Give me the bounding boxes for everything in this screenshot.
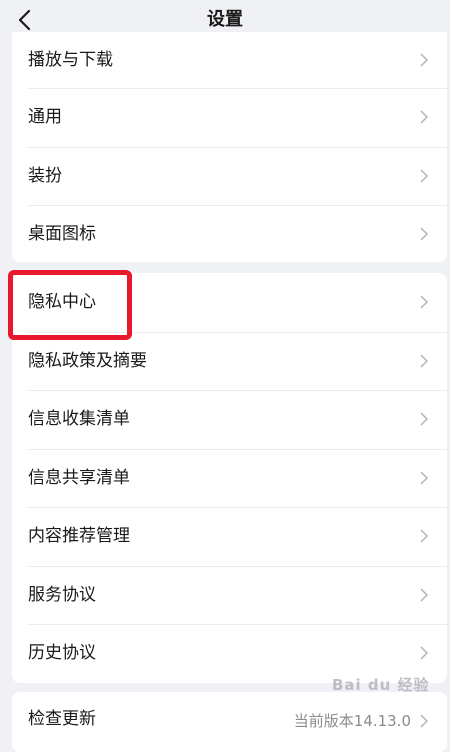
chevron-right-icon	[420, 714, 429, 728]
settings-item-label: 历史协议	[28, 643, 96, 664]
chevron-right-icon	[420, 227, 429, 241]
settings-item-label: 服务协议	[28, 584, 96, 605]
settings-item-info-collection[interactable]: 信息收集清单	[12, 390, 447, 449]
settings-group-privacy: 隐私中心 隐私政策及摘要 信息收集清单 信息共享清单 内容推荐管理 服务协议 历…	[12, 273, 447, 683]
settings-item-label: 装扮	[28, 165, 62, 186]
chevron-right-icon	[420, 412, 429, 426]
settings-item-privacy-center[interactable]: 隐私中心	[12, 273, 447, 332]
chevron-right-icon	[420, 110, 429, 124]
page-title: 设置	[207, 9, 243, 30]
settings-item-label: 隐私政策及摘要	[28, 350, 147, 371]
chevron-right-icon	[420, 53, 429, 67]
chevron-right-icon	[420, 646, 429, 660]
settings-item-label: 桌面图标	[28, 224, 96, 245]
settings-item-appearance[interactable]: 装扮	[12, 146, 447, 206]
settings-group-update: 检查更新 当前版本14.13.0	[12, 692, 447, 752]
current-version-text: 当前版本14.13.0	[293, 712, 411, 730]
settings-item-playback-download[interactable]: 播放与下载	[12, 32, 447, 88]
settings-item-desktop-icon[interactable]: 桌面图标	[12, 205, 447, 262]
settings-item-privacy-policy[interactable]: 隐私政策及摘要	[12, 331, 447, 391]
settings-item-label: 信息收集清单	[28, 409, 130, 430]
settings-item-label: 内容推荐管理	[28, 526, 130, 547]
settings-item-info-sharing[interactable]: 信息共享清单	[12, 448, 447, 508]
settings-item-label: 信息共享清单	[28, 467, 130, 488]
settings-group-general: 播放与下载 通用 装扮 桌面图标	[12, 32, 447, 262]
settings-item-general[interactable]: 通用	[12, 88, 447, 147]
chevron-right-icon	[420, 354, 429, 368]
settings-item-label: 播放与下载	[28, 50, 113, 70]
settings-item-history-agreement[interactable]: 历史协议	[12, 624, 447, 683]
settings-item-check-update[interactable]: 检查更新 当前版本14.13.0	[12, 692, 447, 746]
settings-item-content-recommendation[interactable]: 内容推荐管理	[12, 507, 447, 566]
settings-item-service-agreement[interactable]: 服务协议	[12, 565, 447, 625]
chevron-right-icon	[420, 169, 429, 183]
settings-item-label: 通用	[28, 107, 62, 128]
chevron-right-icon	[420, 529, 429, 543]
chevron-right-icon	[420, 471, 429, 485]
chevron-right-icon	[420, 295, 429, 309]
settings-item-label: 检查更新	[28, 709, 96, 729]
settings-item-label: 隐私中心	[28, 292, 96, 313]
chevron-right-icon	[420, 588, 429, 602]
